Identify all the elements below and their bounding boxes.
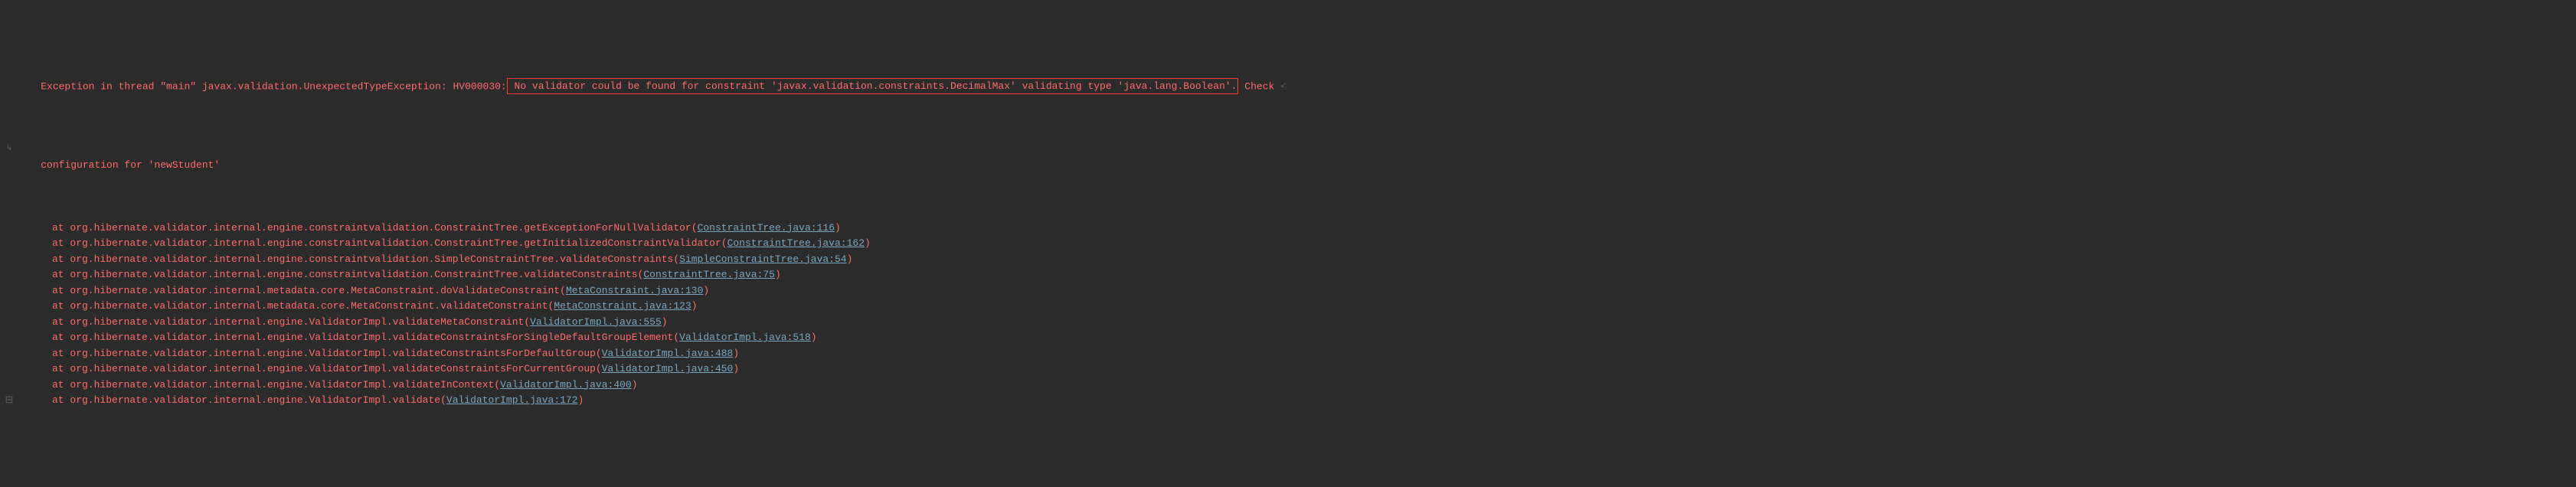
exception-highlight-box: No validator could be found for constrai…	[507, 78, 1239, 94]
paren-close: )	[733, 363, 739, 374]
paren-close: )	[865, 237, 871, 249]
source-link[interactable]: ConstraintTree.java:162	[727, 237, 865, 249]
stack-frame-method: org.hibernate.validator.internal.engine.…	[70, 363, 596, 374]
exception-prefix: Exception in thread "main" javax.validat…	[41, 80, 507, 92]
stack-frame-method: org.hibernate.validator.internal.engine.…	[70, 316, 524, 328]
at-keyword: at	[52, 253, 70, 265]
soft-wrap-continuation-icon: ↳	[2, 142, 17, 158]
at-keyword: at	[52, 332, 70, 343]
source-link[interactable]: ValidatorImpl.java:488	[602, 348, 734, 359]
paren-open: (	[440, 394, 446, 406]
paren-close: )	[811, 332, 817, 343]
source-link[interactable]: MetaConstraint.java:123	[554, 300, 691, 312]
soft-wrap-end-icon: ↙	[1280, 79, 1286, 95]
gutter	[2, 252, 17, 268]
exception-continuation-text: configuration for 'newStudent'	[41, 159, 220, 171]
source-link[interactable]: ConstraintTree.java:75	[643, 269, 775, 280]
stack-trace-line: at org.hibernate.validator.internal.engi…	[0, 221, 2576, 237]
paren-close: )	[691, 300, 698, 312]
gutter: ⊟	[2, 393, 17, 409]
source-link[interactable]: ValidatorImpl.java:450	[602, 363, 734, 374]
at-keyword: at	[52, 222, 70, 234]
exception-highlighted-text: No validator could be found for constrai…	[508, 80, 1237, 92]
source-link[interactable]: ValidatorImpl.java:555	[530, 316, 662, 328]
stack-frame-method: org.hibernate.validator.internal.engine.…	[70, 237, 721, 249]
paren-open: (	[524, 316, 530, 328]
stack-frame-method: org.hibernate.validator.internal.engine.…	[70, 348, 596, 359]
paren-close: )	[847, 253, 853, 265]
paren-open: (	[673, 253, 679, 265]
stack-trace-line: at org.hibernate.validator.internal.engi…	[0, 315, 2576, 331]
gutter	[2, 299, 17, 315]
stack-trace-line: at org.hibernate.validator.internal.engi…	[0, 361, 2576, 378]
paren-open: (	[560, 285, 566, 296]
gutter	[2, 361, 17, 378]
gutter	[2, 236, 17, 252]
paren-close: )	[632, 379, 638, 391]
stack-frame-method: org.hibernate.validator.internal.engine.…	[70, 394, 440, 406]
paren-open: (	[494, 379, 500, 391]
paren-open: (	[596, 363, 602, 374]
paren-close: )	[703, 285, 709, 296]
stack-frame-method: org.hibernate.validator.internal.engine.…	[70, 332, 673, 343]
stack-trace-line: at org.hibernate.validator.internal.engi…	[0, 252, 2576, 268]
paren-close: )	[662, 316, 668, 328]
stack-trace-line: at org.hibernate.validator.internal.meta…	[0, 299, 2576, 315]
gutter	[2, 330, 17, 346]
at-keyword: at	[52, 363, 70, 374]
stack-frame-method: org.hibernate.validator.internal.engine.…	[70, 222, 691, 234]
paren-open: (	[721, 237, 727, 249]
stack-trace-line: at org.hibernate.validator.internal.meta…	[0, 283, 2576, 299]
at-keyword: at	[52, 379, 70, 391]
stack-frame-method: org.hibernate.validator.internal.metadat…	[70, 285, 560, 296]
gutter	[2, 315, 17, 331]
gutter	[2, 283, 17, 299]
at-keyword: at	[52, 300, 70, 312]
stack-frame-method: org.hibernate.validator.internal.metadat…	[70, 300, 548, 312]
stack-frame-method: org.hibernate.validator.internal.engine.…	[70, 253, 673, 265]
at-keyword: at	[52, 237, 70, 249]
paren-close: )	[775, 269, 781, 280]
source-link[interactable]: ConstraintTree.java:116	[698, 222, 835, 234]
paren-close: )	[578, 394, 584, 406]
paren-open: (	[691, 222, 698, 234]
stack-trace-line: ⊟ at org.hibernate.validator.internal.eng…	[0, 393, 2576, 409]
stack-trace-line: at org.hibernate.validator.internal.engi…	[0, 267, 2576, 283]
exception-continuation-line: ↳ configuration for 'newStudent'	[0, 142, 2576, 189]
source-link[interactable]: SimpleConstraintTree.java:54	[679, 253, 846, 265]
stack-trace-line: at org.hibernate.validator.internal.engi…	[0, 346, 2576, 362]
gutter	[2, 221, 17, 237]
source-link[interactable]: ValidatorImpl.java:400	[500, 379, 632, 391]
stack-frame-method: org.hibernate.validator.internal.engine.…	[70, 269, 637, 280]
at-keyword: at	[52, 269, 70, 280]
gutter	[2, 267, 17, 283]
stack-trace-line: at org.hibernate.validator.internal.engi…	[0, 330, 2576, 346]
gutter-blank	[2, 63, 17, 79]
paren-close: )	[733, 348, 739, 359]
paren-open: (	[673, 332, 679, 343]
at-keyword: at	[52, 348, 70, 359]
stack-trace-line: at org.hibernate.validator.internal.engi…	[0, 236, 2576, 252]
stack-frame-method: org.hibernate.validator.internal.engine.…	[70, 379, 494, 391]
at-keyword: at	[52, 394, 70, 406]
paren-open: (	[596, 348, 602, 359]
stack-trace-line: at org.hibernate.validator.internal.engi…	[0, 378, 2576, 394]
gutter	[2, 346, 17, 362]
at-keyword: at	[52, 316, 70, 328]
paren-close: )	[835, 222, 841, 234]
exception-header-line: Exception in thread "main" javax.validat…	[0, 63, 2576, 110]
source-link[interactable]: ValidatorImpl.java:172	[446, 394, 578, 406]
at-keyword: at	[52, 285, 70, 296]
exception-suffix: Check	[1238, 80, 1280, 92]
source-link[interactable]: ValidatorImpl.java:518	[679, 332, 811, 343]
gutter	[2, 378, 17, 394]
source-link[interactable]: MetaConstraint.java:130	[566, 285, 703, 296]
